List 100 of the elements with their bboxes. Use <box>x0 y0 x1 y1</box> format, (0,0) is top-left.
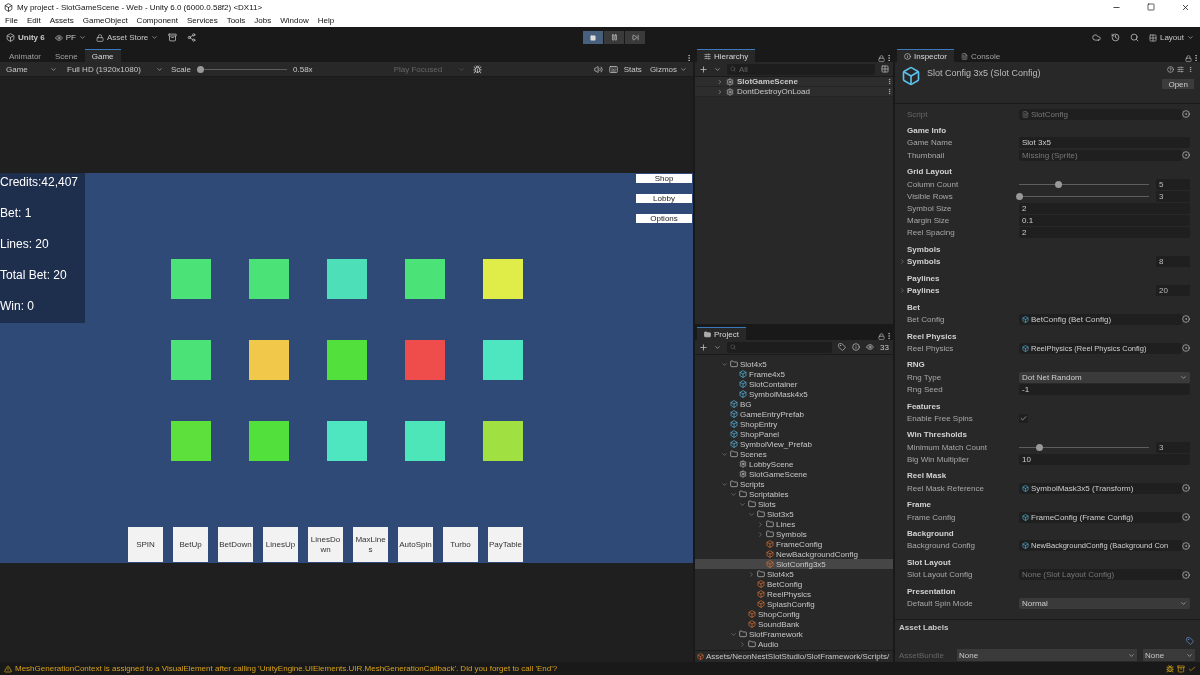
scene-row[interactable]: DontDestroyOnLoad <box>695 87 893 97</box>
dropdown[interactable]: Dot Net Random <box>1019 371 1190 383</box>
tree-item[interactable]: SymbolView_Prefab <box>695 439 893 450</box>
panel-tab[interactable]: Scene <box>48 49 85 62</box>
dropdown[interactable]: None <box>957 649 1137 661</box>
tree-item[interactable]: ShopEntry <box>695 419 893 430</box>
game-button[interactable]: BetDown <box>218 527 253 562</box>
keyboard-icon[interactable] <box>608 64 618 74</box>
target-icon[interactable] <box>1182 541 1190 550</box>
menu-item[interactable]: Assets <box>49 16 74 25</box>
tree-item[interactable]: GameEntryPrefab <box>695 409 893 420</box>
store-dropdown[interactable]: Asset Store <box>95 33 159 42</box>
tree-item[interactable]: SoundBank <box>695 619 893 630</box>
dropdown[interactable]: None <box>1143 649 1195 661</box>
scale-slider-thumb[interactable] <box>197 65 204 73</box>
text-field[interactable]: 10 <box>1019 453 1190 465</box>
menu-item[interactable]: File <box>5 16 18 25</box>
tree-item[interactable]: Scriptables <box>695 489 893 500</box>
tag-icon[interactable] <box>1186 637 1194 645</box>
game-button[interactable]: SPIN <box>128 527 163 562</box>
tree-item[interactable]: BetConfig <box>695 579 893 590</box>
dropdown[interactable]: Normal <box>1019 598 1190 610</box>
tree-item[interactable]: SlotContainer <box>695 379 893 390</box>
add-icon[interactable] <box>699 342 708 352</box>
tree-item[interactable]: SlotFramework <box>695 629 893 640</box>
text-field[interactable]: Slot 3x5 <box>1019 137 1190 149</box>
text-field[interactable]: 2 <box>1019 227 1190 239</box>
menu-item[interactable]: Help <box>317 16 335 25</box>
text-field[interactable]: -1 <box>1019 383 1190 395</box>
tree-item[interactable]: Slot4x5 <box>695 569 893 580</box>
gizmos-dropdown[interactable]: Gizmos <box>647 63 689 75</box>
stats-button[interactable]: Stats <box>623 64 642 74</box>
tree-item[interactable]: ShopPanel <box>695 429 893 440</box>
scene-filter-icon[interactable] <box>881 65 889 73</box>
lock-icon[interactable] <box>878 55 885 62</box>
add-icon[interactable] <box>699 64 708 74</box>
play-button[interactable] <box>583 31 604 44</box>
tree-item[interactable]: SplashConfig <box>695 599 893 610</box>
layout-dropdown[interactable]: Layout <box>1148 33 1194 42</box>
panel-tab[interactable]: Game <box>84 49 121 62</box>
menu-item[interactable]: Tools <box>226 16 246 25</box>
step-button[interactable] <box>625 31 646 44</box>
resolution-dropdown[interactable]: Full HD (1920x1080) <box>65 63 165 75</box>
menu-button[interactable]: Options <box>636 214 692 223</box>
panel-tab[interactable]: Inspector <box>897 49 954 62</box>
target-icon[interactable] <box>1182 484 1190 493</box>
tag-icon[interactable] <box>838 343 847 352</box>
close-icon[interactable] <box>1181 2 1190 12</box>
menu-button[interactable]: Shop <box>636 174 692 183</box>
lock-icon[interactable] <box>1185 55 1192 62</box>
search-field[interactable]: All <box>727 63 875 75</box>
more-icon[interactable] <box>1192 54 1200 62</box>
text-field[interactable]: 2 <box>1019 202 1190 214</box>
number-field[interactable]: 8 <box>1156 256 1190 268</box>
display-dropdown[interactable]: Game <box>4 63 59 75</box>
tree-item[interactable]: Slot4x5 <box>695 359 893 370</box>
game-button[interactable]: BetUp <box>173 527 208 562</box>
menu-item[interactable]: GameObject <box>82 16 128 25</box>
target-icon[interactable] <box>1182 344 1190 353</box>
game-button[interactable]: MaxLines <box>353 527 388 562</box>
slider-thumb[interactable] <box>1016 192 1023 200</box>
more-icon[interactable] <box>685 54 693 62</box>
object-field[interactable]: FrameConfig (Frame Config) <box>1019 511 1182 523</box>
slider-thumb[interactable] <box>1055 180 1062 188</box>
menu-item[interactable]: Jobs <box>254 16 272 25</box>
panel-tab[interactable]: Animator <box>2 49 48 62</box>
target-icon[interactable] <box>1182 513 1190 522</box>
menu-button[interactable]: Lobby <box>636 194 692 203</box>
object-field[interactable]: BetConfig (Bet Config) <box>1019 313 1182 325</box>
panel-tab[interactable]: Project <box>697 327 746 341</box>
game-button[interactable]: Turbo <box>443 527 478 562</box>
slider-thumb[interactable] <box>1035 443 1043 451</box>
checkbox[interactable] <box>1019 413 1028 423</box>
search-field[interactable] <box>727 341 833 353</box>
more-icon[interactable] <box>885 332 893 341</box>
tree-item[interactable]: Slot3x5 <box>695 509 893 520</box>
game-button[interactable]: PayTable <box>488 527 523 562</box>
cloud-icon[interactable] <box>1091 33 1101 42</box>
menu-item[interactable]: Edit <box>26 16 41 25</box>
target-icon[interactable] <box>1182 570 1190 579</box>
account-button[interactable]: Unity 6 <box>6 33 45 42</box>
tree-item[interactable]: Scenes <box>695 449 893 460</box>
tree-item[interactable]: Frame4x5 <box>695 369 893 380</box>
search-icon[interactable] <box>1129 33 1139 42</box>
object-field[interactable]: None (Slot Layout Config) <box>1019 569 1182 581</box>
object-field[interactable]: Missing (Sprite) <box>1019 149 1182 161</box>
tree-item[interactable]: SlotConfig3x5 <box>695 559 893 570</box>
tree-item[interactable]: NewBackgroundConfig <box>695 549 893 560</box>
number-field[interactable]: 20 <box>1156 285 1190 297</box>
maximize-icon[interactable] <box>1147 3 1155 11</box>
text-field[interactable]: 0.1 <box>1019 215 1190 227</box>
check-icon[interactable] <box>1188 664 1196 673</box>
menu-item[interactable]: Window <box>280 16 309 25</box>
lock-icon[interactable] <box>878 333 885 341</box>
menu-item[interactable]: Component <box>136 16 178 25</box>
scene-row[interactable]: SlotGameScene <box>695 77 893 87</box>
history-icon[interactable] <box>1110 33 1120 42</box>
tree-item[interactable]: ReelPhysics <box>695 589 893 600</box>
settings-icon[interactable] <box>1177 66 1184 73</box>
panel-tab[interactable]: Console <box>953 49 1008 62</box>
